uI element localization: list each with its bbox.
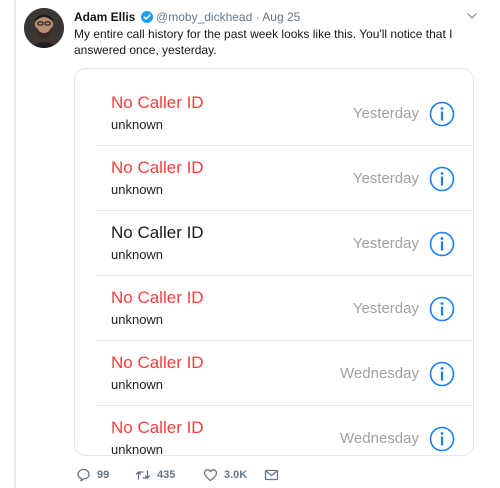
call-date: Yesterday	[352, 105, 419, 122]
caller-type: unknown	[111, 182, 164, 197]
retweet-icon	[135, 470, 151, 480]
reply-count: 99	[97, 469, 110, 481]
retweet-button[interactable]: 435	[135, 466, 175, 484]
call-date: Yesterday	[352, 300, 419, 317]
like-count: 3.0K	[224, 469, 248, 481]
call-row[interactable]: No Caller ID unknown Wednesday	[95, 341, 473, 406]
call-row[interactable]: No Caller ID unknown Yesterday	[95, 146, 473, 211]
retweet-count: 435	[157, 469, 176, 481]
envelope-icon	[264, 469, 279, 481]
caller-name: No Caller ID	[111, 93, 204, 112]
call-date: Wednesday	[340, 365, 419, 382]
call-row[interactable]: No Caller ID unknown Yesterday	[95, 81, 473, 146]
call-row[interactable]: No Caller ID unknown Yesterday	[95, 276, 473, 341]
tweet-text: My entire call history for the past week…	[74, 27, 453, 57]
reply-icon	[77, 468, 90, 482]
heart-icon	[203, 469, 218, 482]
caller-name: No Caller ID	[111, 418, 204, 437]
info-icon[interactable]	[429, 231, 455, 257]
info-icon[interactable]	[429, 296, 455, 322]
caller-type: unknown	[111, 247, 164, 262]
avatar[interactable]	[24, 8, 64, 48]
call-date: Yesterday	[352, 235, 419, 252]
author-name[interactable]: Adam Ellis	[74, 10, 135, 24]
info-icon[interactable]	[429, 361, 455, 387]
like-button[interactable]: 3.0K	[203, 466, 247, 484]
call-row[interactable]: No Caller ID unknown Yesterday	[95, 211, 473, 276]
separator-dot: ·	[255, 10, 260, 24]
chevron-down-icon[interactable]	[466, 10, 478, 22]
verified-badge-icon	[140, 11, 153, 23]
caller-type: unknown	[111, 377, 164, 392]
caller-name: No Caller ID	[111, 353, 204, 372]
info-icon[interactable]	[429, 101, 455, 127]
info-icon[interactable]	[429, 426, 455, 452]
direct-message-button[interactable]	[264, 466, 279, 484]
caller-name: No Caller ID	[111, 158, 204, 177]
avatar-image	[24, 8, 64, 48]
tweet-header: Adam Ellis @moby_dickhead · Aug 25	[74, 9, 480, 25]
info-icon[interactable]	[429, 166, 455, 192]
thread-line	[14, 0, 16, 488]
tweet-date[interactable]: Aug 25	[262, 10, 300, 24]
reply-button[interactable]: 99	[76, 466, 109, 484]
caller-name: No Caller ID	[111, 288, 204, 307]
call-date: Wednesday	[340, 430, 419, 447]
author-handle[interactable]: @moby_dickhead	[156, 10, 252, 24]
call-date: Yesterday	[352, 170, 419, 187]
media-card[interactable]: No Caller ID unknown Yesterday No Caller…	[74, 68, 474, 456]
caller-type: unknown	[111, 312, 164, 327]
caller-name: No Caller ID	[111, 223, 204, 242]
caller-type: unknown	[111, 117, 164, 132]
caller-type: unknown	[111, 442, 164, 456]
call-row[interactable]: No Caller ID unknown Wednesday	[95, 406, 473, 456]
